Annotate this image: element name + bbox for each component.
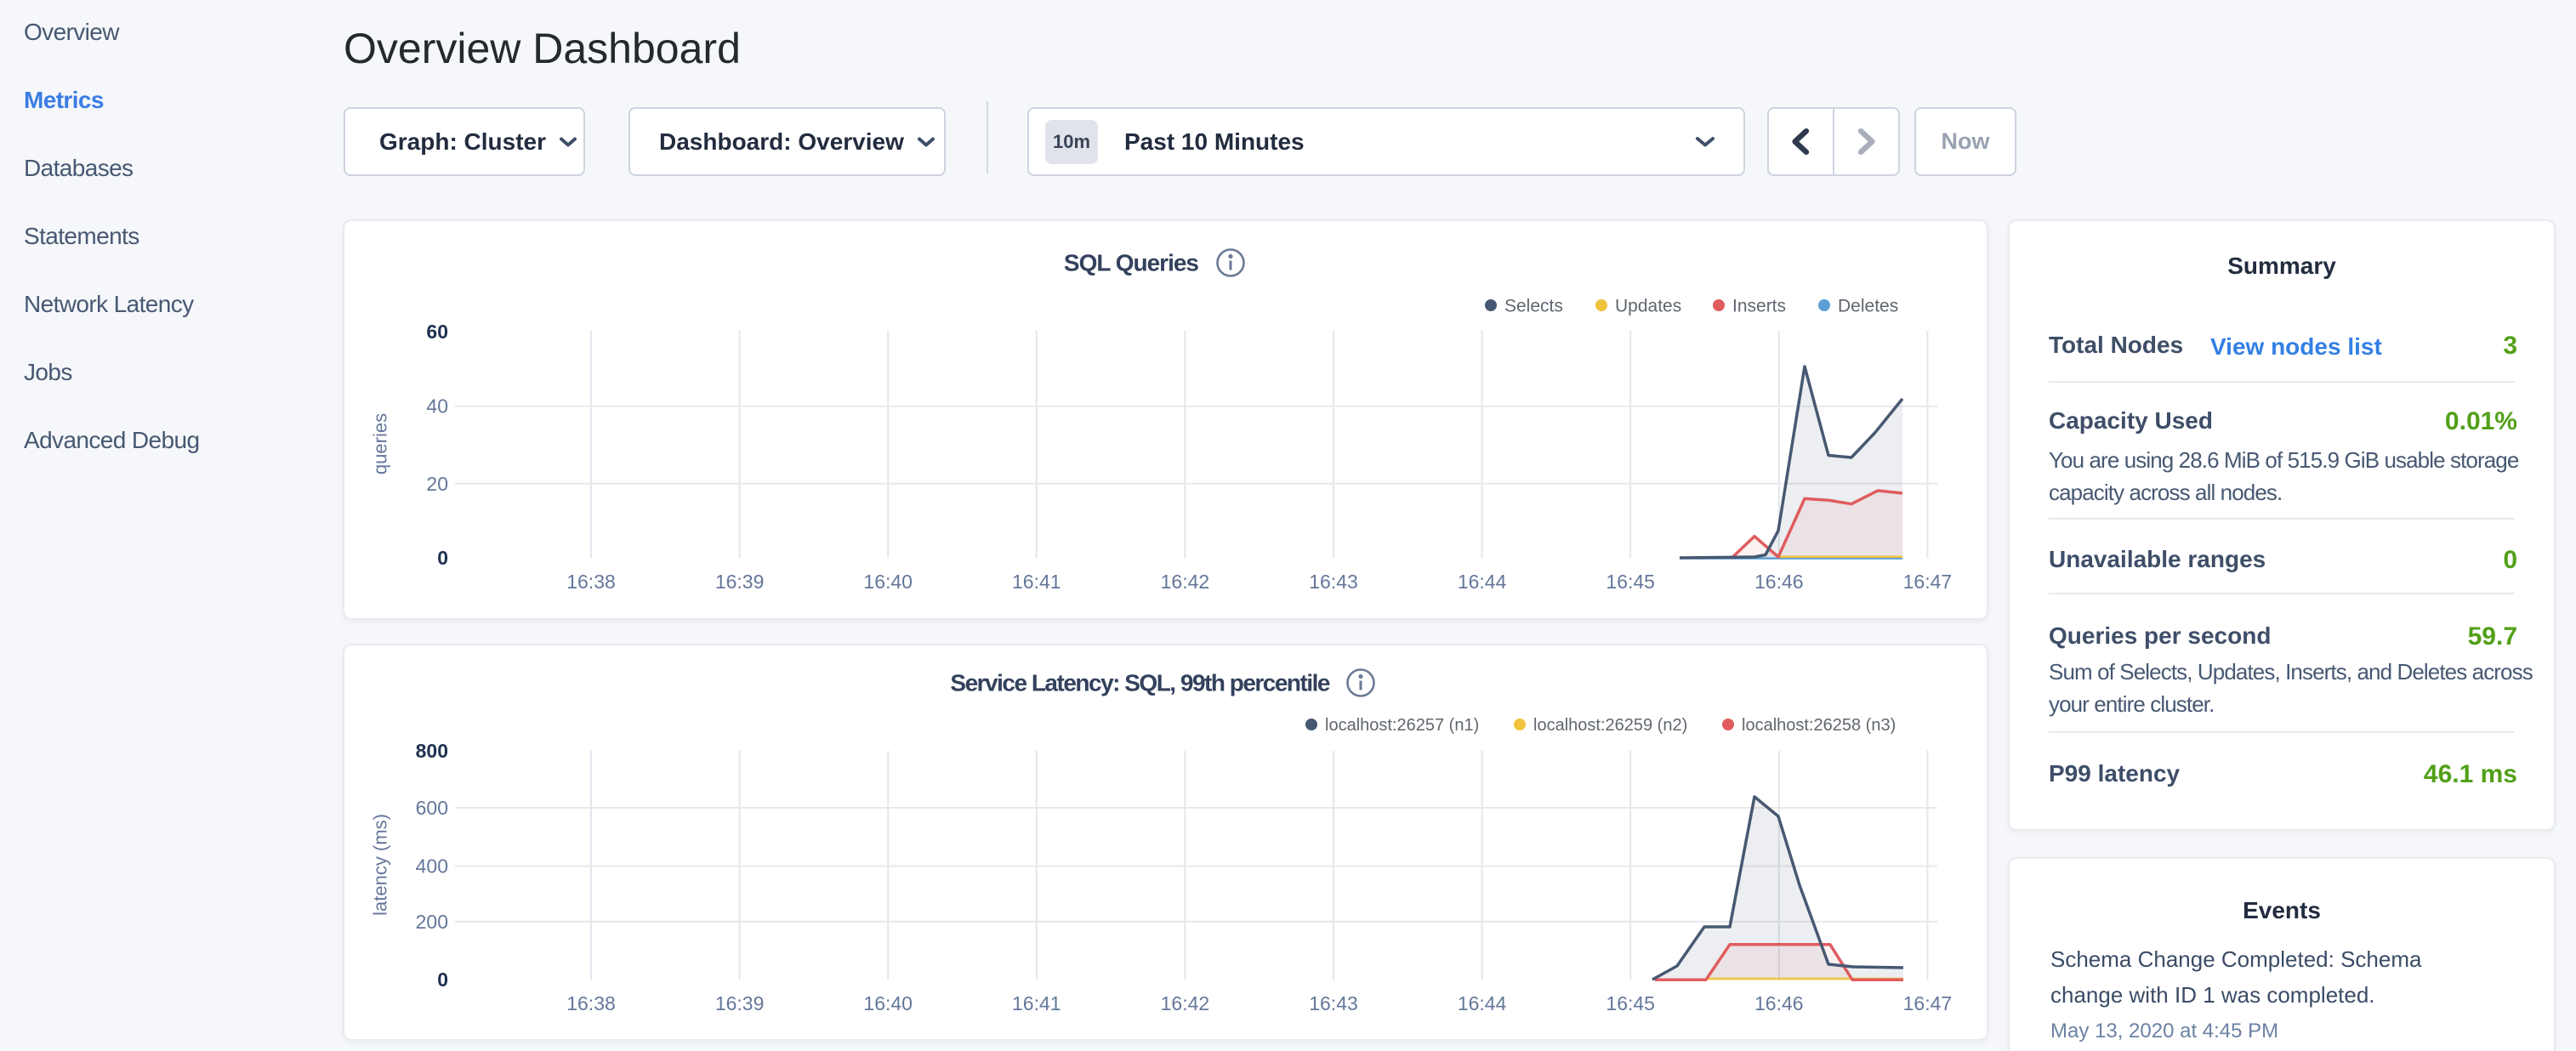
- svg-text:16:43: 16:43: [1309, 992, 1358, 1014]
- svg-text:Deletes: Deletes: [1838, 297, 1898, 316]
- svg-text:Updates: Updates: [1615, 297, 1681, 316]
- svg-text:16:43: 16:43: [1309, 571, 1358, 593]
- svg-text:16:45: 16:45: [1606, 992, 1655, 1014]
- svg-text:latency (ms): latency (ms): [370, 814, 391, 916]
- svg-text:16:42: 16:42: [1161, 571, 1210, 593]
- svg-text:16:46: 16:46: [1754, 992, 1804, 1014]
- svg-text:16:39: 16:39: [715, 992, 765, 1014]
- svg-text:SQL Queries: SQL Queries: [1064, 250, 1199, 276]
- svg-text:16:38: 16:38: [566, 992, 616, 1014]
- svg-text:localhost:26257 (n1): localhost:26257 (n1): [1325, 716, 1479, 735]
- svg-text:16:47: 16:47: [1903, 992, 1953, 1014]
- svg-text:600: 600: [416, 797, 448, 819]
- svg-text:16:42: 16:42: [1161, 992, 1210, 1014]
- svg-text:16:45: 16:45: [1606, 571, 1655, 593]
- svg-text:Service Latency: SQL, 99th per: Service Latency: SQL, 99th percentile: [950, 670, 1330, 696]
- svg-text:localhost:26259 (n2): localhost:26259 (n2): [1533, 716, 1687, 735]
- svg-text:Inserts: Inserts: [1732, 297, 1786, 316]
- svg-text:20: 20: [426, 473, 448, 495]
- svg-text:localhost:26258 (n3): localhost:26258 (n3): [1742, 716, 1896, 735]
- svg-text:400: 400: [416, 855, 448, 878]
- svg-text:16:44: 16:44: [1458, 571, 1507, 593]
- svg-text:queries: queries: [370, 413, 391, 474]
- svg-text:16:40: 16:40: [863, 571, 913, 593]
- svg-text:16:39: 16:39: [715, 571, 765, 593]
- svg-text:Selects: Selects: [1504, 297, 1563, 316]
- svg-text:16:47: 16:47: [1903, 571, 1953, 593]
- svg-text:40: 40: [426, 395, 448, 418]
- svg-text:16:41: 16:41: [1012, 992, 1061, 1014]
- svg-text:200: 200: [416, 911, 448, 933]
- svg-text:16:41: 16:41: [1012, 571, 1061, 593]
- svg-text:0: 0: [437, 547, 448, 569]
- svg-text:16:44: 16:44: [1458, 992, 1507, 1014]
- svg-text:16:40: 16:40: [863, 992, 913, 1014]
- svg-text:60: 60: [426, 321, 448, 343]
- svg-text:16:38: 16:38: [566, 571, 616, 593]
- svg-text:800: 800: [416, 740, 448, 762]
- svg-text:0: 0: [437, 969, 448, 991]
- svg-text:16:46: 16:46: [1754, 571, 1804, 593]
